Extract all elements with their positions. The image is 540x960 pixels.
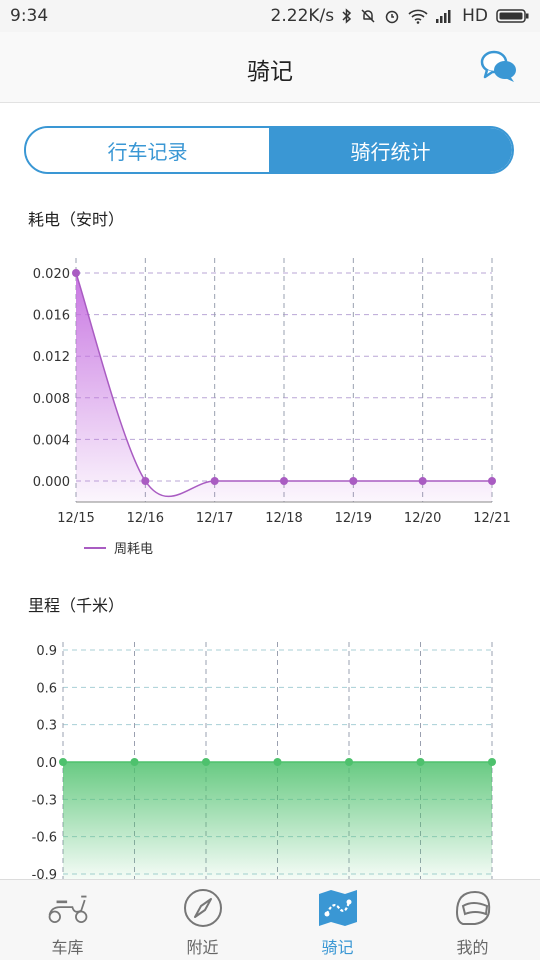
silent-bell-icon: [361, 9, 375, 23]
power-chart-legend: 周耗电: [84, 538, 153, 557]
y-tick-label: 0.008: [33, 392, 70, 407]
tab-ride-records[interactable]: 行车记录: [26, 128, 269, 172]
x-tick-label: 12/18: [265, 511, 302, 526]
data-point: [130, 758, 139, 766]
compass-icon: [183, 889, 222, 927]
data-point: [349, 477, 358, 485]
y-tick-label: -0.3: [32, 793, 57, 808]
data-point: [488, 758, 496, 766]
chat-button[interactable]: [480, 48, 518, 86]
data-point: [202, 758, 210, 766]
x-tick-label: 12/20: [404, 511, 441, 526]
mileage-chart: 0.90.60.30.0-0.3-0.6-0.9: [32, 642, 496, 880]
y-tick-label: 0.020: [33, 267, 70, 282]
tab-me[interactable]: 我的: [405, 880, 540, 960]
tab-nearby-label: 附近: [186, 938, 219, 957]
power-chart-title: 耗电（安时）: [28, 210, 125, 229]
app-header: 骑记: [0, 32, 540, 103]
record-segmented-control: 行车记录 骑行统计: [24, 126, 514, 174]
wifi-icon: [408, 9, 428, 24]
data-point: [59, 758, 67, 766]
tab-garage[interactable]: 车库: [0, 880, 135, 960]
status-icons: 2.22K/s HD: [271, 6, 530, 26]
y-tick-label: 0.3: [36, 719, 57, 734]
battery-icon: [496, 9, 529, 23]
network-speed: 2.22K/s: [270, 6, 335, 26]
x-tick-label: 12/16: [127, 511, 164, 526]
data-point: [72, 269, 80, 277]
helmet-icon: [455, 890, 490, 925]
data-point: [418, 477, 427, 485]
ride-map-icon: [318, 890, 357, 926]
y-tick-label: 0.012: [33, 350, 70, 365]
y-tick-label: 0.004: [33, 433, 70, 448]
mileage-chart-title: 里程（千米）: [28, 596, 125, 615]
data-point: [345, 758, 353, 766]
page-title: 骑记: [247, 59, 293, 85]
series-area: [63, 762, 492, 880]
y-tick-label: 0.0: [36, 756, 57, 771]
y-tick-label: 0.016: [33, 309, 70, 324]
status-bar: 9:34 2.22K/s HD: [0, 0, 540, 32]
y-tick-label: 0.9: [36, 644, 57, 659]
chat-bubbles-icon: [480, 50, 516, 82]
data-point: [488, 477, 496, 485]
legend-label: 周耗电: [114, 542, 154, 557]
alarm-icon: [385, 10, 399, 24]
y-tick-label: 0.000: [33, 475, 70, 490]
tab-ride-statistics[interactable]: 骑行统计: [269, 128, 512, 172]
bluetooth-icon: [342, 8, 352, 24]
data-point: [416, 758, 425, 766]
tab-garage-label: 车库: [51, 938, 84, 957]
legend-line-marker: [84, 546, 106, 549]
x-tick-label: 12/21: [473, 511, 510, 526]
tab-me-label: 我的: [456, 938, 489, 957]
x-tick-label: 12/19: [335, 511, 372, 526]
bottom-tab-bar: 车库 附近 骑记 我的: [0, 879, 540, 960]
data-point: [273, 758, 282, 766]
signal-icon: [436, 10, 451, 23]
network-type: HD: [462, 6, 488, 26]
tab-nearby[interactable]: 附近: [135, 880, 270, 960]
x-tick-label: 12/15: [57, 511, 94, 526]
y-tick-label: 0.6: [36, 681, 57, 696]
tab-ride[interactable]: 骑记: [270, 880, 405, 960]
tab-ride-label: 骑记: [321, 938, 354, 957]
data-point: [141, 477, 150, 485]
scooter-icon: [48, 895, 87, 923]
y-tick-label: -0.6: [32, 831, 57, 846]
status-time: 9:34: [10, 6, 49, 26]
x-tick-label: 12/17: [196, 511, 233, 526]
data-point: [280, 477, 288, 485]
data-point: [210, 477, 219, 485]
power-consumption-chart: 0.020 0.016 0.012 0.008 0.004 0.000 12/15 12/16…: [33, 258, 511, 526]
